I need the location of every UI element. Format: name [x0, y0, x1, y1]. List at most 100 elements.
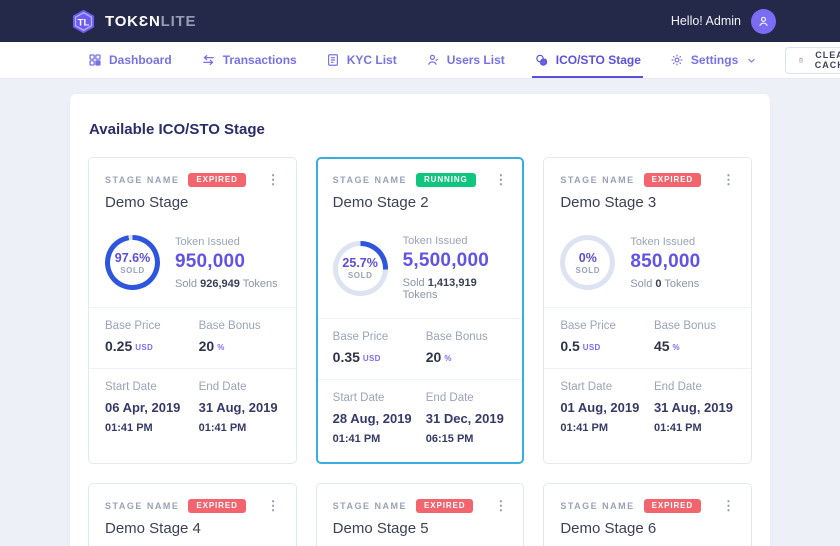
- percent-unit: %: [444, 354, 451, 363]
- user-avatar[interactable]: [751, 9, 776, 34]
- sold-donut: 25.7% SOLD: [333, 241, 388, 296]
- price-bonus-row: Base Price 0.35USD Base Bonus 20%: [318, 318, 523, 379]
- stage-title: Demo Stage 4: [105, 520, 284, 537]
- base-bonus-value: 20%: [199, 338, 282, 354]
- stage-card: STAGE NAME RUNNING ⋮ Demo Stage 2 25.7% …: [316, 157, 525, 464]
- end-date-value: 31 Dec, 2019 06:15 PM: [426, 410, 509, 448]
- sold-tokens-value: 926,949: [200, 278, 240, 290]
- token-issued-value: 950,000: [175, 251, 278, 273]
- sold-tokens-line: Sold 926,949 Tokens: [175, 278, 278, 290]
- users-list-icon: [426, 53, 440, 67]
- end-date-label: End Date: [199, 381, 282, 393]
- end-date-label: End Date: [654, 381, 737, 393]
- stage-title: Demo Stage 6: [560, 520, 739, 537]
- chevron-down-icon: [747, 56, 756, 65]
- sold-tokens-line: Sold 0 Tokens: [630, 278, 700, 290]
- sold-tokens-value: 0: [655, 278, 661, 290]
- start-date-label: Start Date: [333, 392, 420, 404]
- clear-cache-button[interactable]: CLEAR CACHE: [785, 47, 840, 74]
- more-options-icon[interactable]: ⋮: [263, 175, 284, 185]
- stage-card: STAGE NAME EXPIRED ⋮ Demo Stage 4 0% SOL…: [88, 483, 297, 546]
- greeting-text: Hello! Admin: [671, 14, 741, 28]
- page-title: Available ICO/STO Stage: [89, 121, 752, 138]
- main-nav: Dashboard Transactions KYC List Users Li…: [0, 42, 840, 79]
- end-time-value: 01:41 PM: [199, 422, 247, 434]
- stage-name-label: STAGE NAME: [560, 501, 634, 511]
- content-area: Available ICO/STO Stage STAGE NAME EXPIR…: [0, 79, 840, 546]
- end-time-value: 06:15 PM: [426, 433, 474, 445]
- nav-item-ico-sto-stage[interactable]: ICO/STO Stage: [534, 42, 641, 78]
- brand-logo[interactable]: TL TOKƐNLITE: [70, 8, 196, 35]
- sold-donut: 0% SOLD: [560, 235, 615, 290]
- nav-item-dashboard[interactable]: Dashboard: [88, 42, 172, 78]
- more-options-icon[interactable]: ⋮: [490, 175, 511, 185]
- base-price-label: Base Price: [105, 320, 193, 332]
- start-time-value: 01:41 PM: [560, 422, 608, 434]
- usd-unit: USD: [363, 354, 381, 363]
- transactions-icon: [201, 53, 216, 67]
- start-date-label: Start Date: [560, 381, 648, 393]
- end-date-value: 31 Aug, 2019 01:41 PM: [199, 399, 282, 437]
- stage-title: Demo Stage: [105, 194, 284, 211]
- dashboard-icon: [88, 53, 102, 67]
- stage-card: STAGE NAME EXPIRED ⋮ Demo Stage 97.6% SO…: [88, 157, 297, 464]
- nav-label: ICO/STO Stage: [556, 53, 641, 67]
- more-options-icon[interactable]: ⋮: [718, 175, 739, 185]
- sold-caption: SOLD: [576, 266, 601, 275]
- token-issued-label: Token Issued: [175, 236, 278, 248]
- stage-name-label: STAGE NAME: [105, 501, 179, 511]
- stage-title: Demo Stage 2: [333, 194, 512, 211]
- more-options-icon[interactable]: ⋮: [718, 501, 739, 511]
- token-issued-label: Token Issued: [403, 235, 509, 247]
- kyc-list-icon: [326, 53, 340, 67]
- base-price-label: Base Price: [560, 320, 648, 332]
- stage-card-header: STAGE NAME EXPIRED ⋮ Demo Stage 6: [544, 484, 751, 546]
- base-bonus-label: Base Bonus: [426, 331, 509, 343]
- end-date-label: End Date: [426, 392, 509, 404]
- nav-item-users-list[interactable]: Users List: [426, 42, 505, 78]
- stage-card-header: STAGE NAME EXPIRED ⋮ Demo Stage: [89, 158, 296, 223]
- base-price-value: 0.25USD: [105, 338, 193, 354]
- percent-unit: %: [217, 343, 224, 352]
- stage-card: STAGE NAME EXPIRED ⋮ Demo Stage 3 0% SOL…: [543, 157, 752, 464]
- stage-name-label: STAGE NAME: [560, 175, 634, 185]
- sold-percent: 25.7%: [342, 256, 377, 270]
- base-price-value: 0.5USD: [560, 338, 648, 354]
- status-badge: EXPIRED: [188, 173, 245, 187]
- price-bonus-row: Base Price 0.25USD Base Bonus 20%: [89, 307, 296, 368]
- percent-unit: %: [673, 343, 680, 352]
- dates-row: Start Date 28 Aug, 2019 01:41 PM End Dat…: [318, 379, 523, 462]
- stage-card-body: 25.7% SOLD Token Issued 5,500,000 Sold 1…: [318, 223, 523, 318]
- brand-wordmark: TOKƐNLITE: [105, 13, 196, 30]
- start-date-value: 28 Aug, 2019 01:41 PM: [333, 410, 420, 448]
- ico-sto-stage-icon: [534, 53, 549, 67]
- start-time-value: 01:41 PM: [105, 422, 153, 434]
- nav-label: Users List: [447, 53, 505, 67]
- base-bonus-value: 45%: [654, 338, 737, 354]
- more-options-icon[interactable]: ⋮: [490, 501, 511, 511]
- tokenlite-logo-icon: TL: [70, 8, 97, 35]
- more-options-icon[interactable]: ⋮: [263, 501, 284, 511]
- end-date-value: 31 Aug, 2019 01:41 PM: [654, 399, 737, 437]
- nav-item-transactions[interactable]: Transactions: [201, 42, 297, 78]
- start-date-label: Start Date: [105, 381, 193, 393]
- sold-caption: SOLD: [120, 266, 145, 275]
- sold-donut: 97.6% SOLD: [105, 235, 160, 290]
- start-date-value: 01 Aug, 2019 01:41 PM: [560, 399, 648, 437]
- status-badge: EXPIRED: [644, 173, 701, 187]
- sold-tokens-value: 1,413,919: [428, 277, 477, 289]
- settings-icon: [670, 53, 684, 67]
- status-badge: EXPIRED: [416, 499, 473, 513]
- token-issued-value: 5,500,000: [403, 250, 509, 272]
- stage-card: STAGE NAME EXPIRED ⋮ Demo Stage 6 0% SOL…: [543, 483, 752, 546]
- trash-icon: [798, 54, 804, 66]
- nav-item-kyc-list[interactable]: KYC List: [326, 42, 397, 78]
- stage-grid: STAGE NAME EXPIRED ⋮ Demo Stage 97.6% SO…: [88, 157, 752, 546]
- nav-item-settings[interactable]: Settings: [670, 42, 756, 78]
- topbar: TL TOKƐNLITE Hello! Admin: [0, 0, 840, 42]
- stage-card: STAGE NAME EXPIRED ⋮ Demo Stage 5 0% SOL…: [316, 483, 525, 546]
- base-bonus-value: 20%: [426, 349, 509, 365]
- svg-text:TL: TL: [78, 17, 90, 28]
- stage-card-header: STAGE NAME EXPIRED ⋮ Demo Stage 4: [89, 484, 296, 546]
- dates-row: Start Date 01 Aug, 2019 01:41 PM End Dat…: [544, 368, 751, 451]
